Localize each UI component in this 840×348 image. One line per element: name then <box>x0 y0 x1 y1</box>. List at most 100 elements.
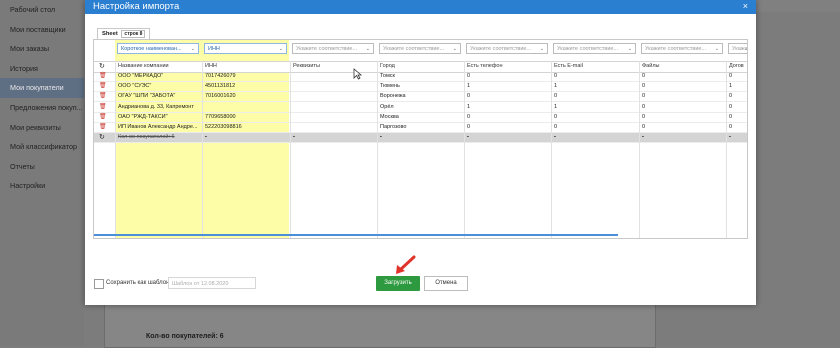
sidebar-item[interactable]: История <box>0 59 84 79</box>
table-cell: 0 <box>467 113 471 120</box>
sidebar-item[interactable]: Мои заказы <box>0 39 84 59</box>
table-cell: ООО "МЕРКАДО" <box>118 73 164 79</box>
column-header: Догов <box>729 63 744 69</box>
table-row: 🗑 ОАО "РЖД-ТАКСИ" 7709658000 Москва 0 0 0 0 <box>94 113 747 123</box>
delete-row-icon[interactable]: 🗑 <box>99 92 107 101</box>
table-cell: 0 <box>642 103 646 110</box>
chevron-down-icon: ⌄ <box>365 46 370 52</box>
table-cell: - <box>467 134 469 141</box>
delete-row-icon[interactable]: 🗑 <box>99 82 107 91</box>
close-icon[interactable]: × <box>743 1 748 11</box>
table-cell: Томск <box>380 73 395 79</box>
column-mapping-select[interactable]: Укажите соответствие...⌄ <box>379 43 461 54</box>
delete-row-icon[interactable]: 🗑 <box>99 113 107 122</box>
column-mapping-select[interactable]: Укажите соответствие... ⌄ <box>641 43 723 54</box>
table-cell: 0 <box>554 124 558 130</box>
restore-icon[interactable]: ↻ <box>99 133 105 142</box>
table-cell: 0 <box>642 113 646 120</box>
sidebar-item[interactable]: Мой классификатор <box>0 137 84 157</box>
restore-all-icon[interactable]: ↻ <box>99 62 105 71</box>
red-arrow-annotation <box>396 255 416 274</box>
column-header: Название компании <box>118 63 169 69</box>
select-value: Укажите соответствие... <box>645 46 707 52</box>
table-cell: 7017426079 <box>205 73 236 79</box>
sidebar-item[interactable]: Мои реквизиты <box>0 118 84 138</box>
column-header: Реквизиты <box>293 63 320 69</box>
column-header: Город <box>380 63 395 69</box>
delete-row-icon[interactable]: 🗑 <box>99 72 107 81</box>
table-cell: - <box>554 134 556 141</box>
load-button[interactable]: Загрузить <box>376 276 420 291</box>
table-cell: 0 <box>729 103 733 110</box>
template-name-input[interactable]: Шаблон от 12.08.2020 <box>168 277 256 289</box>
table-cell: 1 <box>554 103 558 110</box>
table-cell: Паргозово <box>380 124 407 130</box>
column-header: Есть E-mail <box>554 63 583 69</box>
sidebar-item[interactable]: Предложения покуп... <box>0 98 84 118</box>
delete-row-icon[interactable]: 🗑 <box>99 123 107 132</box>
sidebar-item[interactable]: Рабочий стол <box>0 0 84 20</box>
table-cell: 1 <box>467 103 471 110</box>
save-template-label: Сохранить как шаблон <box>106 280 170 286</box>
cancel-button[interactable]: Отмена <box>424 276 468 291</box>
horizontal-scrollbar[interactable] <box>94 234 618 236</box>
column-mapping-select[interactable]: Укажите соответствие...⌄ <box>292 43 374 54</box>
table-row: 🗑 ИП Иванов Александр Андре... 52220309881… <box>94 123 747 133</box>
table-cell: - <box>729 134 731 141</box>
column-mapping-select[interactable]: ИНН ⌄ <box>204 43 287 54</box>
table-cell: Андрианова д. 33, Капремонт <box>118 103 194 110</box>
table-cell: Москва <box>380 113 399 120</box>
dialog-title: Настройка импорта <box>93 1 180 12</box>
table-cell: 0 <box>729 113 733 120</box>
chevron-down-icon: ⌄ <box>539 46 544 52</box>
column-mapping-select[interactable]: Укажите соответствие...⌄ <box>466 43 548 54</box>
table-cell: 0 <box>554 73 558 79</box>
select-value: Укажите соответствие... <box>557 46 619 52</box>
table-cell: 7709658000 <box>205 113 236 120</box>
top-bar <box>756 0 840 12</box>
table-cell: ОАО "РЖД-ТАКСИ" <box>118 113 168 120</box>
buyers-count: Кол-во покупателей: 6 <box>146 333 224 340</box>
sidebar-item[interactable]: Мои поставщики <box>0 20 84 40</box>
sidebar-item[interactable]: Настройки <box>0 176 84 196</box>
column-divider <box>639 61 640 238</box>
chevron-down-icon: ⌄ <box>190 46 195 52</box>
table-cell: 0 <box>642 124 646 130</box>
save-template-checkbox[interactable] <box>94 279 104 289</box>
buyers-panel <box>104 300 656 348</box>
column-divider <box>202 61 203 238</box>
table-cell: 0 <box>642 93 646 100</box>
dialog-header: Настройка импорта × <box>85 0 756 14</box>
table-cell: 1 <box>729 83 733 90</box>
table-cell: 4501131812 <box>205 83 236 90</box>
column-header: Файлы <box>642 63 660 69</box>
column-divider <box>377 61 378 238</box>
tab-label: Sheet <box>102 31 118 37</box>
column-mapping-select[interactable]: Короткое наименован... ⌄ <box>117 43 199 54</box>
column-mapping-select[interactable]: Укажите соответствие...⌄ <box>728 43 747 54</box>
mouse-cursor-icon <box>353 68 363 80</box>
tab-sheet[interactable]: Sheet строк 8 <box>97 28 151 39</box>
delete-row-icon[interactable]: 🗑 <box>99 103 107 112</box>
table-cell: ИП Иванов Александр Андре... <box>118 124 198 130</box>
table-cell: 522203098816 <box>205 124 242 130</box>
table-cell: 0 <box>642 73 646 79</box>
chevron-down-icon: ⌄ <box>714 46 719 52</box>
table-row: 🗑 ООО "МЕРКАДО" 7017426079 Томск 0 0 0 0 <box>94 72 747 82</box>
table-cell: ООО "СУЭС" <box>118 83 152 90</box>
table-cell: - <box>642 134 644 141</box>
chevron-down-icon: ⌄ <box>745 44 747 53</box>
column-mapping-select[interactable]: Укажите соответствие...⌄ <box>553 43 636 54</box>
table-cell: 7016001620 <box>205 93 236 100</box>
table-cell: Кол-во покупателей: 6 <box>118 134 175 141</box>
sidebar-item[interactable]: Отчеты <box>0 157 84 177</box>
table-cell: 0 <box>642 83 646 90</box>
sidebar-item[interactable]: Мои покупатели <box>0 78 84 98</box>
sheet-tabs: Sheet строк 8 <box>97 28 151 39</box>
table-cell: 0 <box>467 124 471 130</box>
table-cell: 0 <box>554 113 558 120</box>
table-row: 🗑 Андрианова д. 33, Капремонт Орёл 1 1 0 0 <box>94 103 747 113</box>
table-cell: ОГАУ "ШПИ "ЗАБОТА" <box>118 93 176 100</box>
table-cell: Орёл <box>380 103 394 110</box>
table-cell: 0 <box>729 93 733 100</box>
